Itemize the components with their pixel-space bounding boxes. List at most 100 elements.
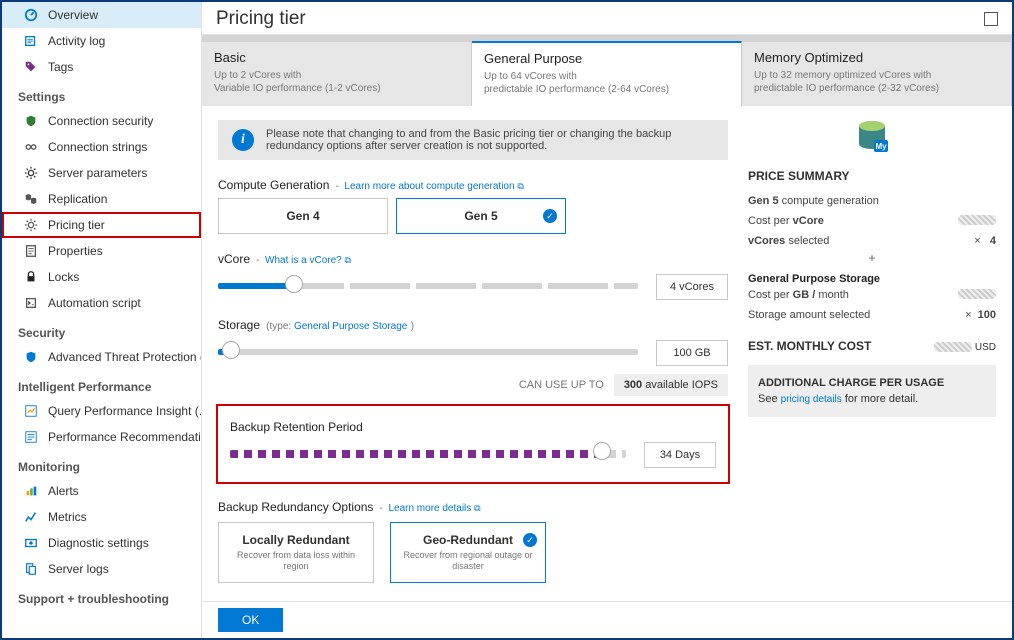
sidebar-item-label: Tags: [48, 60, 73, 74]
sidebar-item-label: Pricing tier: [48, 218, 105, 232]
sidebar-item-label: Locks: [48, 270, 79, 284]
sidebar-item-server-parameters[interactable]: Server parameters: [2, 160, 201, 186]
sidebar-item-replication[interactable]: Replication: [2, 186, 201, 212]
redundancy-option-geo-redundant[interactable]: Geo-Redundant Recover from regional outa…: [390, 522, 546, 583]
sidebar-item-server-logs[interactable]: Server logs: [2, 556, 201, 582]
database-icon: My: [748, 120, 996, 157]
backup-slider[interactable]: [230, 447, 626, 463]
tier-tab-general-purpose[interactable]: General Purpose Up to 64 vCores withpred…: [472, 41, 742, 106]
sidebar-item-label: Diagnostic settings: [48, 536, 149, 550]
vcore-label: vCore: [218, 252, 250, 266]
sidebar-item-label: Properties: [48, 244, 103, 258]
storage-label: Storage: [218, 318, 260, 332]
storage-section: Storage (type: General Purpose Storage )…: [218, 318, 728, 396]
tier-title: General Purpose: [484, 51, 729, 66]
sidebar-item-pricing-tier[interactable]: Pricing tier: [2, 212, 201, 238]
sidebar-item-activity-log[interactable]: Activity log: [2, 28, 201, 54]
svg-text:My: My: [875, 142, 887, 151]
sidebar-item-label: Metrics: [48, 510, 87, 524]
redundancy-section: Backup Redundancy Options - Learn more d…: [218, 500, 728, 583]
sidebar-item-locks[interactable]: Locks: [2, 264, 201, 290]
pricing-details-link[interactable]: pricing details: [781, 394, 842, 405]
info-box: i Please note that changing to and from …: [218, 120, 728, 160]
sidebar-item-label: Query Performance Insight (...: [48, 404, 202, 418]
price-title: PRICE SUMMARY: [748, 169, 996, 183]
est-cost-label: EST. MONTHLY COST: [748, 339, 871, 353]
sidebar-item-connection-strings[interactable]: Connection strings: [2, 134, 201, 160]
alert-icon: [24, 484, 38, 498]
footer: OK: [202, 601, 1012, 638]
shield-blue-icon: [24, 350, 38, 364]
metrics-icon: [24, 510, 38, 524]
sidebar-item-alerts[interactable]: Alerts: [2, 478, 201, 504]
storage-type-link[interactable]: General Purpose Storage: [294, 321, 407, 332]
storage-value[interactable]: 100 GB: [656, 340, 728, 366]
sidebar-item-automation-script[interactable]: Automation script: [2, 290, 201, 316]
redundancy-link[interactable]: Learn more details ⧉: [388, 503, 480, 514]
check-icon: ✓: [523, 533, 537, 547]
tier-tab-basic[interactable]: Basic Up to 2 vCores withVariable IO per…: [202, 42, 472, 106]
shield-icon: [24, 114, 38, 128]
sidebar-item-label: Connection security: [48, 114, 153, 128]
tier-desc: Up to 2 vCores withVariable IO performan…: [214, 69, 459, 95]
sidebar-item-properties[interactable]: Properties: [2, 238, 201, 264]
compute-section: Compute Generation - Learn more about co…: [218, 178, 728, 234]
vcore-slider[interactable]: [218, 279, 638, 295]
redundancy-option-locally-redundant[interactable]: Locally Redundant Recover from data loss…: [218, 522, 374, 583]
sidebar-item-query-performance-insight-[interactable]: Query Performance Insight (...: [2, 398, 201, 424]
sidebar-item-metrics[interactable]: Metrics: [2, 504, 201, 530]
sidebar-heading: Settings: [2, 80, 201, 108]
compute-link[interactable]: Learn more about compute generation ⧉: [344, 181, 523, 192]
backup-retention-highlight: Backup Retention Period 34 Days: [218, 406, 728, 482]
backup-value[interactable]: 34 Days: [644, 442, 716, 468]
backup-label: Backup Retention Period: [230, 420, 363, 434]
close-icon[interactable]: [984, 12, 998, 26]
vcore-value[interactable]: 4 vCores: [656, 274, 728, 300]
sidebar-item-label: Advanced Threat Protection (...: [48, 350, 202, 364]
sidebar-item-overview[interactable]: Overview: [2, 2, 201, 28]
vcore-link[interactable]: What is a vCore? ⧉: [265, 255, 351, 266]
sidebar-item-tags[interactable]: Tags: [2, 54, 201, 80]
main-content: Pricing tier Basic Up to 2 vCores withVa…: [202, 2, 1012, 638]
overview-icon: [24, 8, 38, 22]
lock-icon: [24, 270, 38, 284]
diagnostic-icon: [24, 536, 38, 550]
storage-slider[interactable]: [218, 345, 638, 361]
sidebar-item-performance-recommendatio-[interactable]: Performance Recommendatio...: [2, 424, 201, 450]
blurred-price: [958, 215, 996, 225]
chart-icon: [24, 404, 38, 418]
script-icon: [24, 296, 38, 310]
logs-icon: [24, 562, 38, 576]
blurred-price: [958, 289, 996, 299]
activity-icon: [24, 34, 38, 48]
tier-tab-memory-optimized[interactable]: Memory Optimized Up to 32 memory optimiz…: [742, 42, 1012, 106]
tier-title: Basic: [214, 50, 459, 65]
sidebar-item-label: Automation script: [48, 296, 141, 310]
ok-button[interactable]: OK: [218, 608, 283, 632]
compute-option-gen4[interactable]: Gen 4✓: [218, 198, 388, 234]
sidebar-item-label: Alerts: [48, 484, 79, 498]
tier-desc: Up to 64 vCores withpredictable IO perfo…: [484, 70, 729, 96]
page-header: Pricing tier: [202, 2, 1012, 35]
check-icon: ✓: [543, 209, 557, 223]
tier-desc: Up to 32 memory optimized vCores withpre…: [754, 69, 999, 95]
redundancy-label: Backup Redundancy Options: [218, 500, 373, 514]
sidebar-heading: Support + troubleshooting: [2, 582, 201, 610]
replication-icon: [24, 192, 38, 206]
tier-title: Memory Optimized: [754, 50, 999, 65]
info-text: Please note that changing to and from th…: [266, 128, 714, 152]
strings-icon: [24, 140, 38, 154]
sidebar-item-diagnostic-settings[interactable]: Diagnostic settings: [2, 530, 201, 556]
compute-option-gen5[interactable]: Gen 5✓: [396, 198, 566, 234]
gear-icon: [24, 218, 38, 232]
tier-tabs: Basic Up to 2 vCores withVariable IO per…: [202, 42, 1012, 106]
sidebar-item-advanced-threat-protection-[interactable]: Advanced Threat Protection (...: [2, 344, 201, 370]
sidebar-item-label: Connection strings: [48, 140, 147, 154]
sidebar-item-label: Replication: [48, 192, 107, 206]
sidebar-item-label: Server parameters: [48, 166, 147, 180]
sidebar-item-connection-security[interactable]: Connection security: [2, 108, 201, 134]
sidebar: OverviewActivity log Tags Settings Connect…: [2, 2, 202, 638]
gear-icon: [24, 166, 38, 180]
sidebar-heading: Intelligent Performance: [2, 370, 201, 398]
properties-icon: [24, 244, 38, 258]
